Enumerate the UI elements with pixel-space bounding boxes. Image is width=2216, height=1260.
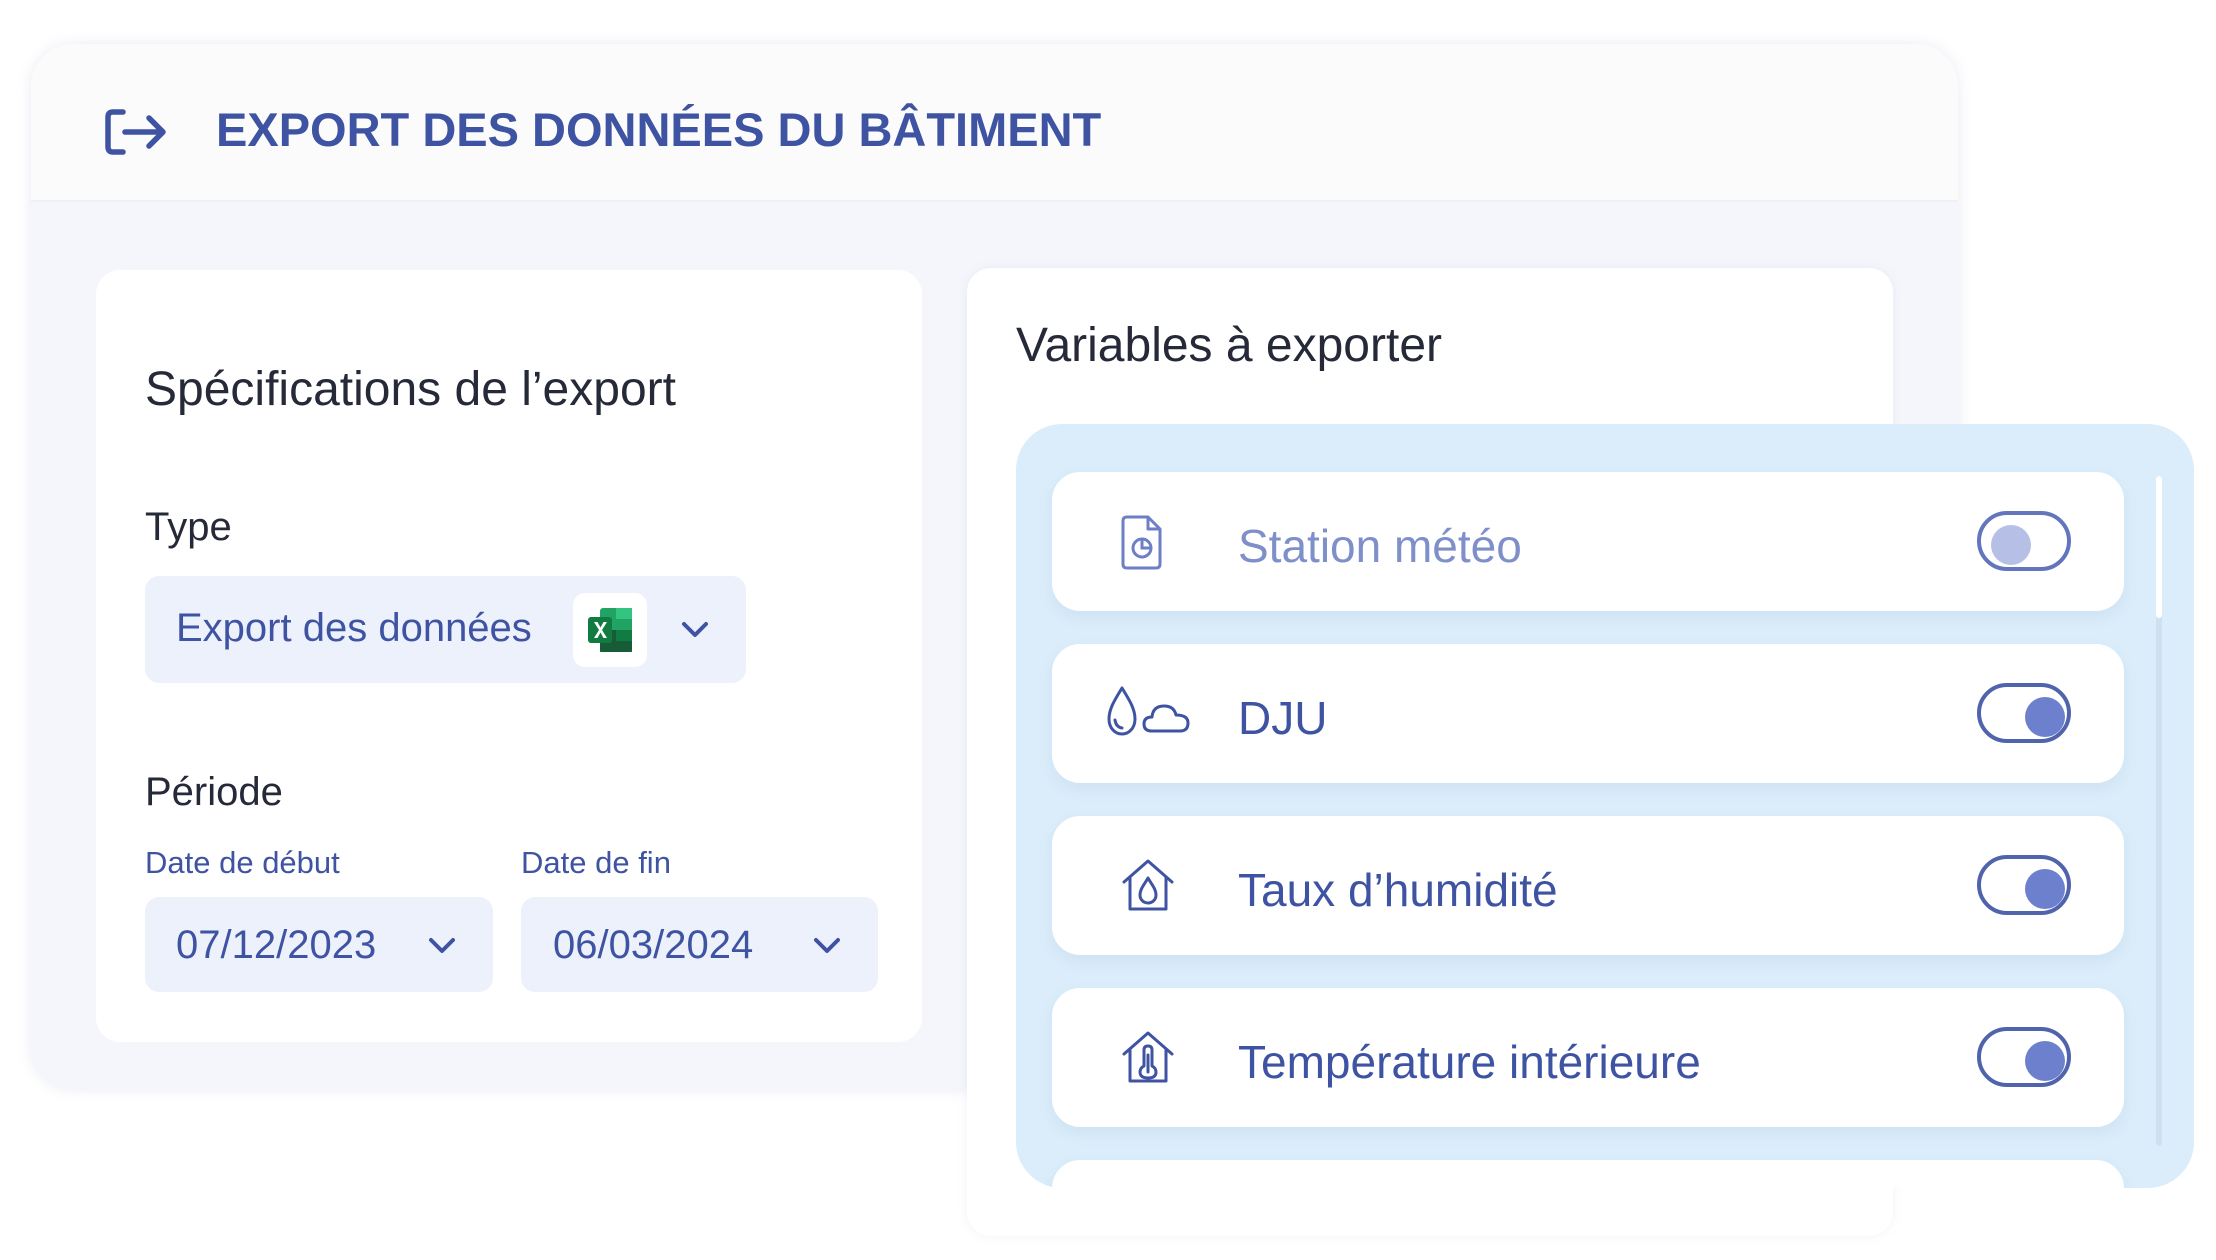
toggle-knob bbox=[2025, 1041, 2065, 1081]
end-date-value: 06/03/2024 bbox=[553, 923, 754, 967]
scrollbar-thumb[interactable] bbox=[2156, 476, 2162, 618]
toggle-station-meteo[interactable] bbox=[1977, 511, 2071, 571]
page-title: EXPORT DES DONNÉES DU BÂTIMENT bbox=[216, 103, 1102, 156]
weather-station-icon bbox=[1121, 515, 1162, 570]
type-select-value: Export des données bbox=[176, 606, 532, 650]
variable-label: Température intérieure bbox=[1238, 1036, 1701, 1088]
export-specs-card: Spécifications de l’export Type Export d… bbox=[96, 270, 922, 1042]
variable-label: DJU bbox=[1238, 692, 1328, 744]
variable-row-humidite[interactable]: Taux d’humidité bbox=[1052, 816, 2124, 955]
type-label: Type bbox=[145, 505, 232, 549]
house-humidity-icon bbox=[1122, 859, 1174, 911]
chevron-down-icon bbox=[682, 622, 708, 637]
end-date-label: Date de fin bbox=[521, 845, 671, 880]
specs-title: Spécifications de l’export bbox=[145, 363, 676, 416]
toggle-temperature[interactable] bbox=[1977, 1027, 2071, 1087]
variable-row-temperature[interactable]: Température intérieure bbox=[1052, 988, 2124, 1127]
chevron-down-icon bbox=[429, 938, 455, 953]
end-date-select[interactable]: 06/03/2024 bbox=[521, 897, 878, 992]
export-icon bbox=[105, 109, 166, 155]
drop-cloud-icon bbox=[1107, 686, 1190, 736]
variable-label: Station météo bbox=[1238, 520, 1522, 572]
toggle-knob bbox=[1991, 525, 2031, 565]
toggle-knob bbox=[2025, 697, 2065, 737]
variables-list: Station météo DJU Taux d’humidité Tempér… bbox=[1016, 424, 2194, 1188]
start-date-select[interactable]: 07/12/2023 bbox=[145, 897, 493, 992]
chevron-down-icon bbox=[814, 938, 840, 953]
variable-label: Taux d’humidité bbox=[1238, 864, 1558, 916]
variable-row-station-meteo[interactable]: Station météo bbox=[1052, 472, 2124, 611]
type-select[interactable]: Export des données bbox=[145, 576, 746, 683]
toggle-dju[interactable] bbox=[1977, 683, 2071, 743]
scrollbar[interactable] bbox=[2156, 476, 2162, 1146]
window-header: EXPORT DES DONNÉES DU BÂTIMENT bbox=[31, 44, 1958, 202]
start-date-value: 07/12/2023 bbox=[176, 923, 377, 967]
house-thermometer-icon bbox=[1122, 1031, 1174, 1083]
variable-row-partial[interactable] bbox=[1052, 1160, 2124, 1188]
toggle-knob bbox=[2025, 869, 2065, 909]
variable-row-dju[interactable]: DJU bbox=[1052, 644, 2124, 783]
period-label: Période bbox=[145, 770, 283, 814]
excel-icon bbox=[573, 593, 647, 667]
toggle-humidite[interactable] bbox=[1977, 855, 2071, 915]
start-date-label: Date de début bbox=[145, 845, 340, 880]
variables-title: Variables à exporter bbox=[1016, 319, 1442, 372]
